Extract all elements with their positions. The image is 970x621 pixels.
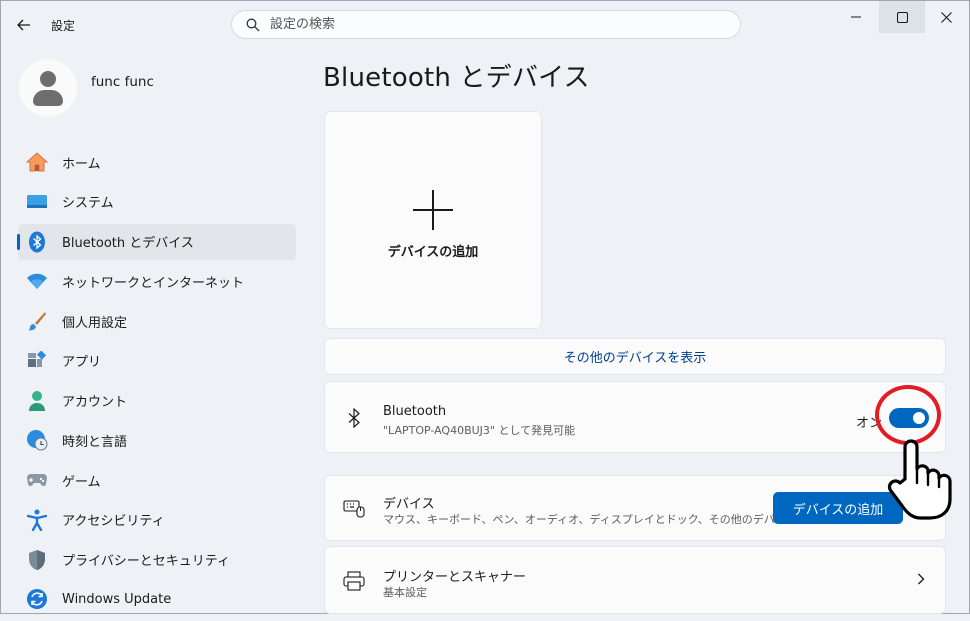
sidebar-item-accessibility[interactable]: アクセシビリティ — [18, 502, 296, 538]
search-icon — [246, 18, 260, 32]
close-icon — [940, 11, 952, 23]
sidebar-item-label: ゲーム — [62, 474, 101, 490]
monitor-icon — [26, 191, 48, 213]
bluetooth-setting-row: Bluetooth "LAPTOP-AQ40BUJ3" として発見可能 オン — [324, 381, 946, 453]
sidebar-item-accounts[interactable]: アカウント — [18, 383, 296, 419]
bluetooth-title: Bluetooth — [383, 404, 447, 419]
sidebar-item-privacy[interactable]: プライバシーとセキュリティ — [18, 542, 296, 578]
paintbrush-icon — [26, 310, 48, 332]
sidebar-item-system[interactable]: システム — [18, 184, 296, 220]
sidebar-item-bluetooth[interactable]: Bluetooth とデバイス — [17, 223, 296, 260]
pointing-hand-icon — [887, 439, 952, 520]
sidebar-item-network[interactable]: ネットワークとインターネット — [18, 263, 296, 299]
search-box[interactable] — [231, 10, 741, 39]
sidebar-item-label: プライバシーとセキュリティ — [62, 554, 230, 569]
search-input[interactable] — [270, 15, 710, 34]
add-device-tile[interactable]: デバイスの追加 — [324, 111, 542, 329]
apps-icon — [26, 350, 48, 372]
bluetooth-discoverable-text: "LAPTOP-AQ40BUJ3" として発見可能 — [383, 424, 576, 437]
devices-title: デバイス — [383, 497, 435, 512]
close-button[interactable] — [923, 1, 969, 33]
sidebar-item-personalization[interactable]: 個人用設定 — [18, 303, 296, 339]
sidebar-item-label: システム — [62, 196, 114, 212]
update-icon — [26, 588, 48, 610]
devices-row[interactable]: デバイス マウス、キーボード、ペン、オーディオ、ディスプレイとドック、その他のデ… — [324, 475, 946, 541]
sidebar-item-home[interactable]: ホーム — [18, 144, 296, 180]
devices-subtitle: マウス、キーボード、ペン、オーディオ、ディスプレイとドック、その他のデバイス — [383, 513, 797, 526]
accessibility-icon — [26, 509, 48, 531]
avatar[interactable] — [19, 59, 77, 117]
sidebar-item-label: 個人用設定 — [62, 315, 128, 331]
globe-clock-icon — [26, 429, 48, 451]
active-indicator — [17, 233, 20, 250]
add-device-tile-label: デバイスの追加 — [387, 245, 479, 260]
sidebar-item-windows-update[interactable]: Windows Update — [18, 581, 296, 617]
plus-icon — [413, 190, 453, 230]
bluetooth-icon — [26, 231, 48, 253]
more-devices-link[interactable]: その他のデバイスを表示 — [324, 338, 946, 375]
sidebar-item-time-language[interactable]: 時刻と言語 — [18, 422, 296, 458]
highlight-circle — [875, 385, 941, 445]
maximize-icon — [896, 11, 908, 23]
shield-icon — [26, 549, 48, 571]
printers-title: プリンターとスキャナー — [383, 570, 527, 585]
sidebar-item-label: Windows Update — [62, 591, 172, 607]
sidebar-item-apps[interactable]: アプリ — [18, 343, 296, 379]
sidebar-item-label: 時刻と言語 — [62, 434, 128, 450]
printers-subtitle: 基本設定 — [383, 586, 427, 599]
sidebar-item-gaming[interactable]: ゲーム — [18, 462, 296, 498]
sidebar-item-label: アクセシビリティ — [62, 514, 165, 530]
sidebar-item-label: アカウント — [62, 395, 128, 410]
avatar-head — [40, 71, 56, 87]
maximize-button[interactable] — [879, 1, 925, 33]
sidebar-item-label: ホーム — [62, 156, 101, 172]
printer-icon — [343, 570, 365, 592]
sidebar-item-label: Bluetooth とデバイス — [62, 236, 194, 251]
user-name: func func — [91, 74, 154, 90]
chevron-right-icon — [918, 573, 925, 585]
app-title: 設定 — [51, 19, 76, 33]
sidebar-nav: ホーム システム Bluetooth とデバイス ネットワークとインターネット … — [17, 144, 296, 621]
sidebar-item-label: アプリ — [62, 355, 102, 371]
bluetooth-icon — [343, 407, 365, 429]
person-icon — [26, 390, 48, 412]
page-title: Bluetooth とデバイス — [323, 63, 590, 93]
avatar-body — [33, 90, 63, 106]
back-button[interactable] — [9, 13, 39, 37]
home-icon — [26, 151, 48, 173]
wifi-icon — [26, 270, 48, 292]
gamepad-icon — [26, 469, 48, 491]
keyboard-mouse-icon — [343, 497, 365, 519]
sidebar-item-label: ネットワークとインターネット — [62, 275, 245, 291]
back-arrow-icon — [17, 19, 30, 31]
printers-row[interactable]: プリンターとスキャナー 基本設定 — [324, 546, 946, 614]
minimize-button[interactable] — [833, 1, 879, 33]
minimize-icon — [851, 16, 861, 18]
add-device-button[interactable]: デバイスの追加 — [773, 492, 903, 524]
